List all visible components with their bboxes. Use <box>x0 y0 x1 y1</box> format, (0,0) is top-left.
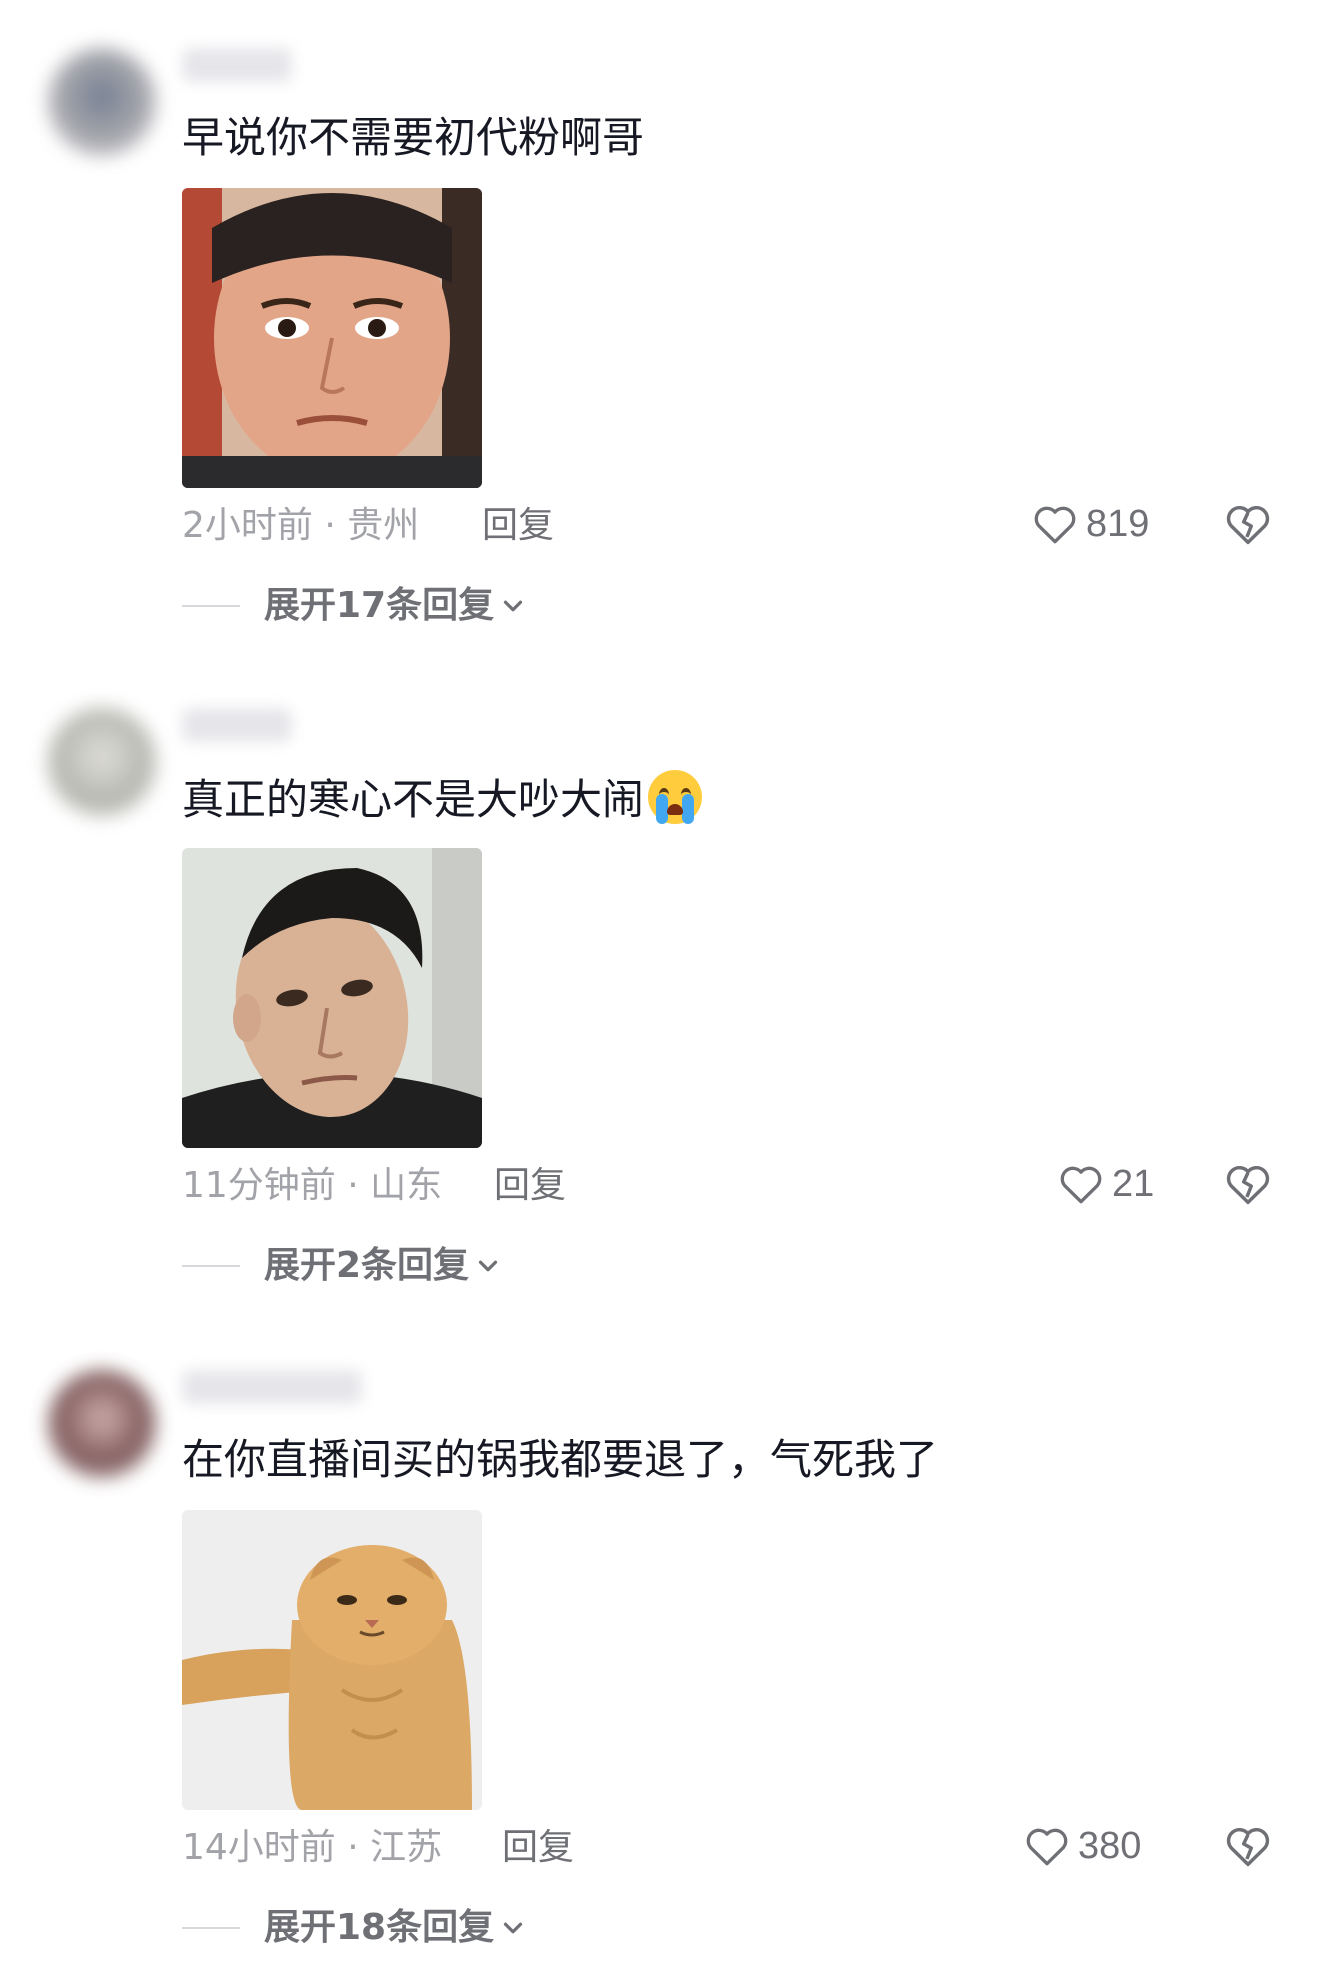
chevron-down-icon <box>478 1260 498 1272</box>
expand-replies-label: 展开2条回复 <box>264 1245 470 1286</box>
comment-meta: 2小时前 · 贵州 <box>182 505 420 546</box>
divider-line <box>182 1927 240 1929</box>
like-count: 21 <box>1112 1162 1155 1205</box>
meme-man-staring-face <box>182 188 482 488</box>
comment-image[interactable] <box>182 1510 482 1810</box>
avatar[interactable] <box>48 1370 156 1478</box>
comment-image[interactable] <box>182 848 482 1148</box>
username[interactable] <box>182 708 292 742</box>
username[interactable] <box>182 48 292 82</box>
comment-image[interactable] <box>182 188 482 488</box>
comment-meta: 11分钟前 · 山东 <box>182 1165 443 1206</box>
comment-item: 真正的寒心不是大吵大闹 11分钟前 · 山东 回复 21 展开2条回复 <box>0 660 1320 1300</box>
like-button[interactable]: 21 <box>1056 1156 1154 1212</box>
chevron-down-icon <box>503 1922 523 1934</box>
reply-button[interactable]: 回复 <box>482 502 554 550</box>
username[interactable] <box>182 1370 362 1404</box>
like-button[interactable]: 819 <box>1030 496 1149 552</box>
expand-replies-button[interactable]: 展开2条回复 <box>264 1242 503 1290</box>
heart-outline-icon <box>1060 1166 1102 1204</box>
divider-line <box>182 1265 240 1267</box>
like-count: 819 <box>1086 502 1150 545</box>
comment-text: 早说你不需要初代粉啊哥 <box>182 110 644 166</box>
expand-replies-row: 展开2条回复 <box>182 1240 503 1292</box>
expand-replies-label: 展开18条回复 <box>264 1907 495 1948</box>
reply-button[interactable]: 回复 <box>502 1824 574 1872</box>
expand-replies-button[interactable]: 展开18条回复 <box>264 1904 528 1952</box>
heart-outline-icon <box>1026 1828 1068 1866</box>
chevron-down-icon <box>503 600 523 612</box>
avatar[interactable] <box>48 48 156 156</box>
comment-meta: 14小时前 · 江苏 <box>182 1827 443 1868</box>
broken-heart-icon <box>1226 1166 1270 1205</box>
expand-replies-row: 展开17条回复 <box>182 580 528 632</box>
comment-text-content: 在你直播间买的锅我都要退了，气死我了 <box>182 1435 939 1484</box>
comment-text: 真正的寒心不是大吵大闹 <box>182 770 703 828</box>
like-count: 380 <box>1078 1824 1142 1867</box>
expand-replies-row: 展开18条回复 <box>182 1902 528 1954</box>
meme-orange-cat-pointing <box>182 1510 482 1810</box>
loudly-crying-face-emoji <box>648 770 703 824</box>
broken-heart-icon <box>1226 506 1270 545</box>
dislike-button[interactable] <box>1222 1158 1274 1210</box>
like-button[interactable]: 380 <box>1022 1818 1141 1874</box>
dislike-button[interactable] <box>1222 1820 1274 1872</box>
expand-replies-label: 展开17条回复 <box>264 585 495 626</box>
comment-item: 在你直播间买的锅我都要退了，气死我了 14小时前 · 江苏 回复 380 展开1… <box>0 1322 1320 1962</box>
broken-heart-icon <box>1226 1828 1270 1867</box>
comment-item: 早说你不需要初代粉啊哥 2小时前 · 贵州 回复 819 展开17条回复 <box>0 0 1320 640</box>
avatar[interactable] <box>48 708 156 816</box>
comment-text-content: 真正的寒心不是大吵大闹 <box>182 775 645 824</box>
divider-line <box>182 605 240 607</box>
reply-button[interactable]: 回复 <box>494 1162 566 1210</box>
heart-outline-icon <box>1034 506 1076 544</box>
expand-replies-button[interactable]: 展开17条回复 <box>264 582 528 630</box>
comment-text: 在你直播间买的锅我都要退了，气死我了 <box>182 1432 938 1488</box>
comment-text-content: 早说你不需要初代粉啊哥 <box>182 113 645 162</box>
dislike-button[interactable] <box>1222 498 1274 550</box>
meme-man-tilted-head <box>182 848 482 1148</box>
